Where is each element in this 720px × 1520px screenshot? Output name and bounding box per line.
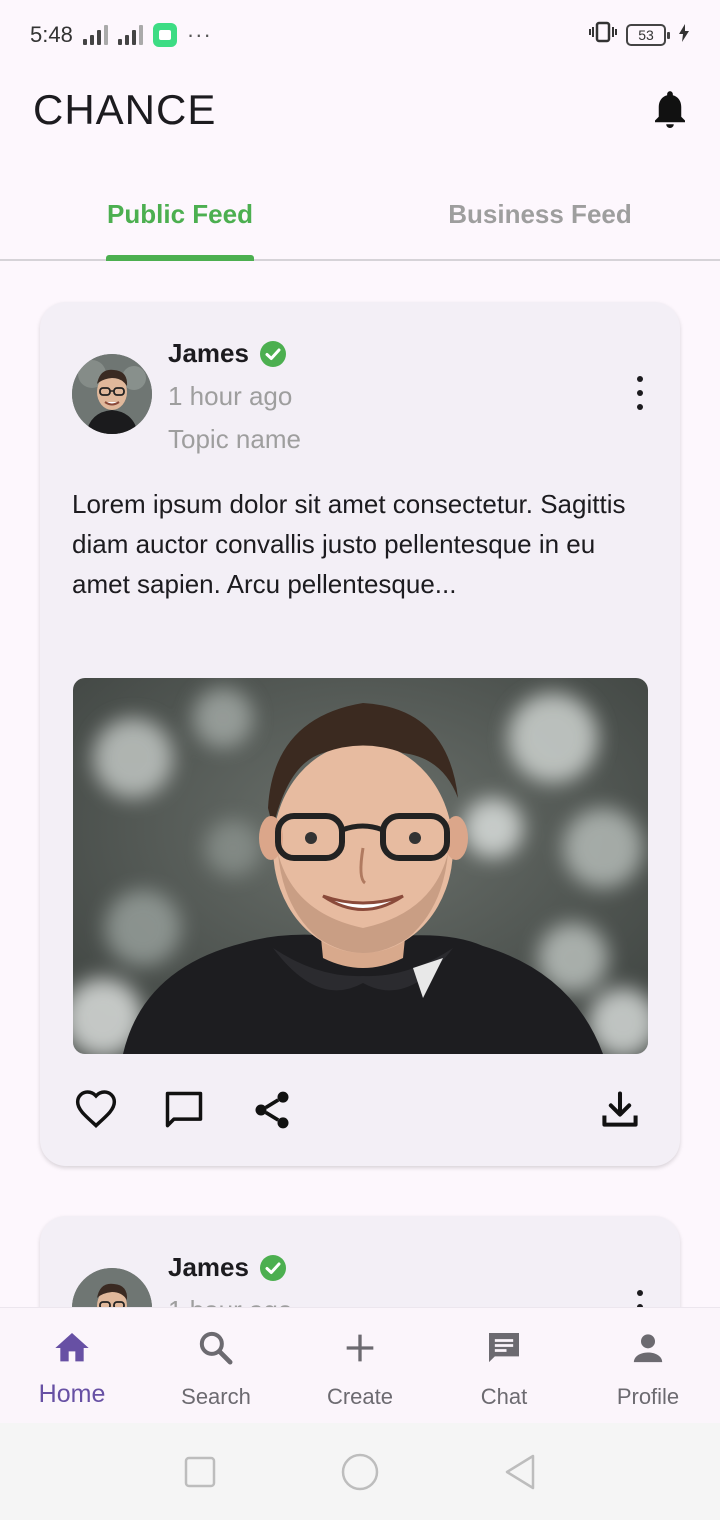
tab-public-feed[interactable]: Public Feed — [0, 170, 360, 261]
nav-create[interactable]: Create — [288, 1308, 432, 1423]
search-icon — [194, 1326, 238, 1370]
nav-label: Search — [181, 1384, 251, 1409]
vibrate-icon — [588, 21, 618, 49]
signal-icon-2 — [117, 25, 143, 45]
recents-square-icon[interactable] — [180, 1452, 220, 1492]
post-card: James 1 hour ago Topic name Lorem ipsum … — [40, 302, 680, 1166]
nav-label: Profile — [616, 1384, 680, 1409]
post-actions — [72, 1088, 652, 1138]
active-tab-indicator — [106, 255, 254, 261]
verified-check-icon — [259, 340, 287, 368]
nav-label: Chat — [480, 1384, 528, 1409]
post-time: 1 hour ago — [168, 381, 293, 411]
tab-label: Business Feed — [448, 199, 632, 229]
nav-home[interactable]: Home — [0, 1308, 144, 1423]
share-icon[interactable] — [250, 1088, 296, 1134]
chat-icon — [482, 1326, 526, 1370]
post-author-block: James 1 hour ago Topic name — [168, 338, 301, 455]
author-name[interactable]: James — [168, 338, 249, 369]
comment-icon[interactable] — [162, 1088, 208, 1134]
author-name[interactable]: James — [168, 1252, 249, 1283]
app-title: CHANCE — [33, 86, 217, 133]
home-circle-icon[interactable] — [340, 1452, 380, 1492]
bottom-navigation: Home Search Create Chat Profile — [0, 1307, 720, 1423]
charging-icon — [678, 23, 690, 47]
app-bar: CHANCE — [0, 70, 720, 150]
download-icon[interactable] — [598, 1088, 644, 1134]
post-header: James 1 hour ago Topic name — [72, 338, 652, 458]
more-notifications-icon: ··· — [186, 22, 212, 47]
heart-icon[interactable] — [74, 1088, 120, 1134]
tab-label: Public Feed — [107, 199, 253, 229]
status-right: 53 — [588, 21, 690, 49]
nav-profile[interactable]: Profile — [576, 1308, 720, 1423]
more-vert-icon[interactable] — [628, 376, 652, 410]
nav-search[interactable]: Search — [144, 1308, 288, 1423]
nav-chat[interactable]: Chat — [432, 1308, 576, 1423]
verified-check-icon — [259, 1254, 287, 1282]
battery-icon: 53 — [626, 24, 670, 46]
nav-label: Create — [326, 1384, 394, 1409]
person-icon — [626, 1326, 670, 1370]
feed-tabs: Public Feed Business Feed — [0, 170, 720, 261]
post-image[interactable] — [73, 678, 648, 1054]
plus-icon — [338, 1326, 382, 1370]
status-left: 5:48 ··· — [30, 22, 212, 48]
message-notification-icon — [152, 23, 177, 47]
home-icon — [50, 1326, 94, 1370]
post-topic[interactable]: Topic name — [168, 424, 301, 455]
system-navigation-bar — [0, 1423, 720, 1520]
signal-icon — [82, 25, 108, 45]
back-triangle-icon[interactable] — [500, 1452, 540, 1492]
post-text: Lorem ipsum dolor sit amet consectetur. … — [72, 489, 626, 599]
bell-icon[interactable] — [650, 88, 690, 132]
author-name-row: James — [168, 1252, 292, 1283]
status-time: 5:48 — [30, 22, 73, 47]
battery-level: 53 — [638, 27, 654, 43]
tab-business-feed[interactable]: Business Feed — [360, 170, 720, 259]
status-bar: 5:48 ··· 53 — [0, 0, 720, 70]
avatar[interactable] — [72, 354, 152, 434]
nav-label: Home — [38, 1380, 106, 1408]
author-name-row: James — [168, 338, 301, 369]
